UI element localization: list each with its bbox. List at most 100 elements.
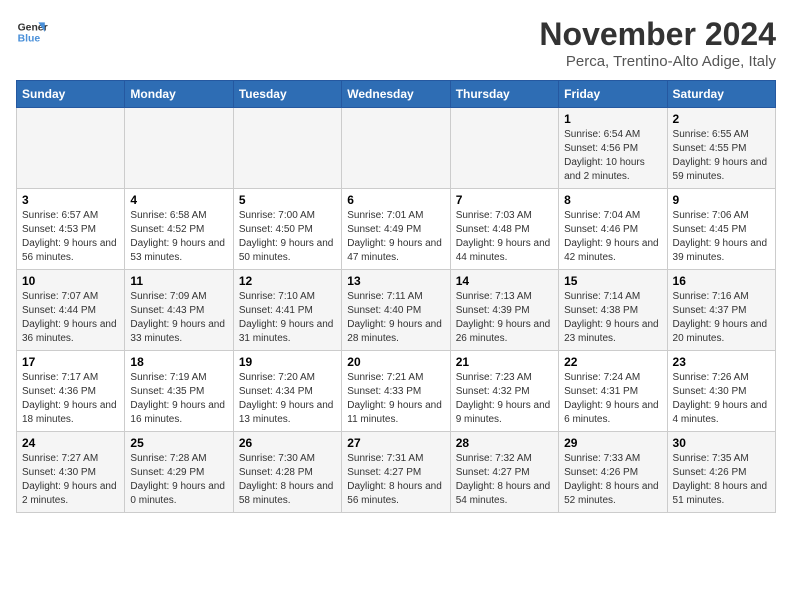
day-number: 27 [347,436,444,450]
day-number: 6 [347,193,444,207]
day-info: Sunrise: 7:23 AM Sunset: 4:32 PM Dayligh… [456,371,553,427]
day-number: 9 [673,193,770,207]
day-cell-1-6: 9 Sunrise: 7:06 AM Sunset: 4:45 PM Daylig… [667,189,775,270]
week-row-0: 1 Sunrise: 6:54 AM Sunset: 4:56 PM Daylig… [17,108,776,189]
day-info: Sunrise: 7:17 AM Sunset: 4:36 PM Dayligh… [22,371,119,427]
week-row-3: 17 Sunrise: 7:17 AM Sunset: 4:36 PM Dayli… [17,351,776,432]
day-info: Sunrise: 7:13 AM Sunset: 4:39 PM Dayligh… [456,290,553,346]
day-info: Sunrise: 6:57 AM Sunset: 4:53 PM Dayligh… [22,209,119,265]
day-info: Sunrise: 7:28 AM Sunset: 4:29 PM Dayligh… [130,452,227,508]
day-cell-4-5: 29Sunrise: 7:33 AM Sunset: 4:26 PM Dayli… [559,432,667,513]
day-info: Sunrise: 6:58 AM Sunset: 4:52 PM Dayligh… [130,209,227,265]
day-number: 24 [22,436,119,450]
day-info: Sunrise: 6:54 AM Sunset: 4:56 PM Dayligh… [564,128,661,184]
day-cell-4-1: 25 Sunrise: 7:28 AM Sunset: 4:29 PM Dayli… [125,432,233,513]
day-number: 1 [564,112,661,126]
header-thursday: Thursday [450,81,558,108]
month-title: November 2024 [539,16,776,53]
day-cell-4-4: 28 Sunrise: 7:32 AM Sunset: 4:27 PM Dayli… [450,432,558,513]
day-cell-4-6: 30 Sunrise: 7:35 AM Sunset: 4:26 PM Dayli… [667,432,775,513]
header-wednesday: Wednesday [342,81,450,108]
day-number: 25 [130,436,227,450]
day-cell-2-6: 16 Sunrise: 7:16 AM Sunset: 4:37 PM Dayli… [667,270,775,351]
day-cell-1-5: 8 Sunrise: 7:04 AM Sunset: 4:46 PM Daylig… [559,189,667,270]
day-number: 19 [239,355,336,369]
day-info: Sunrise: 7:04 AM Sunset: 4:46 PM Dayligh… [564,209,661,265]
day-number: 2 [673,112,770,126]
calendar-body: 1 Sunrise: 6:54 AM Sunset: 4:56 PM Daylig… [17,108,776,513]
week-row-1: 3 Sunrise: 6:57 AM Sunset: 4:53 PM Daylig… [17,189,776,270]
header-sunday: Sunday [17,81,125,108]
day-number: 13 [347,274,444,288]
day-cell-3-0: 17 Sunrise: 7:17 AM Sunset: 4:36 PM Dayli… [17,351,125,432]
header-monday: Monday [125,81,233,108]
day-cell-2-0: 10 Sunrise: 7:07 AM Sunset: 4:44 PM Dayli… [17,270,125,351]
day-info: Sunrise: 7:03 AM Sunset: 4:48 PM Dayligh… [456,209,553,265]
day-cell-3-1: 18 Sunrise: 7:19 AM Sunset: 4:35 PM Dayli… [125,351,233,432]
location-title: Perca, Trentino-Alto Adige, Italy [539,53,776,70]
day-cell-1-3: 6 Sunrise: 7:01 AM Sunset: 4:49 PM Daylig… [342,189,450,270]
svg-text:Blue: Blue [18,34,41,45]
day-cell-0-3 [342,108,450,189]
day-info: Sunrise: 6:55 AM Sunset: 4:55 PM Dayligh… [673,128,770,184]
day-info: Sunrise: 7:06 AM Sunset: 4:45 PM Dayligh… [673,209,770,265]
day-info: Sunrise: 7:07 AM Sunset: 4:44 PM Dayligh… [22,290,119,346]
day-info: Sunrise: 7:21 AM Sunset: 4:33 PM Dayligh… [347,371,444,427]
day-info: Sunrise: 7:14 AM Sunset: 4:38 PM Dayligh… [564,290,661,346]
day-number: 16 [673,274,770,288]
day-info: Sunrise: 7:33 AM Sunset: 4:26 PM Dayligh… [564,452,661,508]
day-cell-1-4: 7 Sunrise: 7:03 AM Sunset: 4:48 PM Daylig… [450,189,558,270]
day-info: Sunrise: 7:11 AM Sunset: 4:40 PM Dayligh… [347,290,444,346]
day-info: Sunrise: 7:32 AM Sunset: 4:27 PM Dayligh… [456,452,553,508]
logo: General Blue [16,16,48,48]
day-info: Sunrise: 7:00 AM Sunset: 4:50 PM Dayligh… [239,209,336,265]
header-saturday: Saturday [667,81,775,108]
day-number: 18 [130,355,227,369]
day-info: Sunrise: 7:26 AM Sunset: 4:30 PM Dayligh… [673,371,770,427]
day-number: 4 [130,193,227,207]
day-number: 17 [22,355,119,369]
day-cell-3-2: 19 Sunrise: 7:20 AM Sunset: 4:34 PM Dayli… [233,351,341,432]
day-number: 7 [456,193,553,207]
day-number: 23 [673,355,770,369]
day-cell-1-0: 3 Sunrise: 6:57 AM Sunset: 4:53 PM Daylig… [17,189,125,270]
day-number: 15 [564,274,661,288]
day-number: 11 [130,274,227,288]
day-info: Sunrise: 7:31 AM Sunset: 4:27 PM Dayligh… [347,452,444,508]
day-number: 26 [239,436,336,450]
calendar-header: Sunday Monday Tuesday Wednesday Thursday… [17,81,776,108]
day-number: 10 [22,274,119,288]
week-row-4: 24 Sunrise: 7:27 AM Sunset: 4:30 PM Dayli… [17,432,776,513]
day-cell-0-6: 2 Sunrise: 6:55 AM Sunset: 4:55 PM Daylig… [667,108,775,189]
day-cell-1-2: 5Sunrise: 7:00 AM Sunset: 4:50 PM Daylig… [233,189,341,270]
header-tuesday: Tuesday [233,81,341,108]
day-info: Sunrise: 7:35 AM Sunset: 4:26 PM Dayligh… [673,452,770,508]
day-cell-2-5: 15 Sunrise: 7:14 AM Sunset: 4:38 PM Dayli… [559,270,667,351]
day-info: Sunrise: 7:30 AM Sunset: 4:28 PM Dayligh… [239,452,336,508]
day-number: 20 [347,355,444,369]
day-cell-3-6: 23 Sunrise: 7:26 AM Sunset: 4:30 PM Dayli… [667,351,775,432]
day-info: Sunrise: 7:27 AM Sunset: 4:30 PM Dayligh… [22,452,119,508]
day-info: Sunrise: 7:10 AM Sunset: 4:41 PM Dayligh… [239,290,336,346]
header-row: Sunday Monday Tuesday Wednesday Thursday… [17,81,776,108]
day-cell-0-5: 1 Sunrise: 6:54 AM Sunset: 4:56 PM Daylig… [559,108,667,189]
day-number: 28 [456,436,553,450]
day-cell-0-4 [450,108,558,189]
header-friday: Friday [559,81,667,108]
day-info: Sunrise: 7:01 AM Sunset: 4:49 PM Dayligh… [347,209,444,265]
page-header: General Blue November 2024 Perca, Trenti… [16,16,776,70]
day-number: 22 [564,355,661,369]
day-number: 30 [673,436,770,450]
day-number: 8 [564,193,661,207]
title-area: November 2024 Perca, Trentino-Alto Adige… [539,16,776,70]
day-info: Sunrise: 7:19 AM Sunset: 4:35 PM Dayligh… [130,371,227,427]
logo-icon: General Blue [16,16,48,48]
day-cell-3-5: 22Sunrise: 7:24 AM Sunset: 4:31 PM Dayli… [559,351,667,432]
day-cell-3-4: 21Sunrise: 7:23 AM Sunset: 4:32 PM Dayli… [450,351,558,432]
day-cell-4-2: 26 Sunrise: 7:30 AM Sunset: 4:28 PM Dayli… [233,432,341,513]
day-info: Sunrise: 7:16 AM Sunset: 4:37 PM Dayligh… [673,290,770,346]
day-number: 12 [239,274,336,288]
day-number: 3 [22,193,119,207]
day-info: Sunrise: 7:20 AM Sunset: 4:34 PM Dayligh… [239,371,336,427]
day-cell-4-3: 27 Sunrise: 7:31 AM Sunset: 4:27 PM Dayli… [342,432,450,513]
